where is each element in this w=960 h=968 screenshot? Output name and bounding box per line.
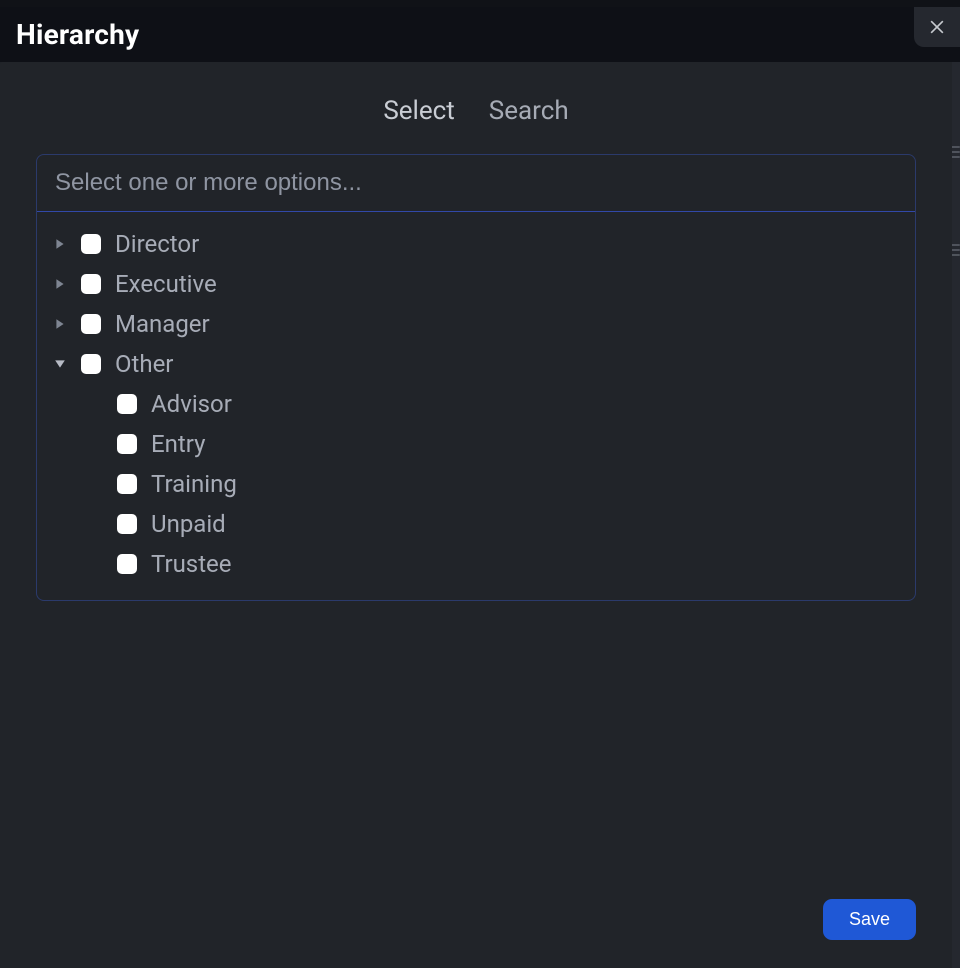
tree-label: Executive	[115, 270, 217, 298]
tree-label: Training	[151, 470, 237, 498]
checkbox-advisor[interactable]	[117, 394, 137, 414]
save-button[interactable]: Save	[823, 899, 916, 940]
modal-body: Select Search Director Executive	[0, 62, 952, 968]
tree-label: Unpaid	[151, 510, 226, 538]
checkbox-training[interactable]	[117, 474, 137, 494]
tree-node-other[interactable]: Other	[53, 344, 899, 384]
tab-bar: Select Search	[0, 96, 952, 130]
tree-list: Director Executive Manager	[37, 212, 915, 600]
checkbox-entry[interactable]	[117, 434, 137, 454]
tree-node-director[interactable]: Director	[53, 224, 899, 264]
checkbox-executive[interactable]	[81, 274, 101, 294]
checkbox-director[interactable]	[81, 234, 101, 254]
tree-node-entry[interactable]: Entry	[53, 424, 899, 464]
close-icon	[927, 17, 947, 37]
tree-node-advisor[interactable]: Advisor	[53, 384, 899, 424]
select-panel: Director Executive Manager	[36, 154, 916, 601]
caret-right-icon[interactable]	[53, 277, 67, 291]
tree-label: Other	[115, 350, 173, 378]
checkbox-unpaid[interactable]	[117, 514, 137, 534]
tab-search[interactable]: Search	[489, 96, 569, 130]
caret-right-icon[interactable]	[53, 237, 67, 251]
caret-right-icon[interactable]	[53, 317, 67, 331]
tree-node-training[interactable]: Training	[53, 464, 899, 504]
select-input[interactable]	[55, 169, 897, 197]
tree-label: Advisor	[151, 390, 232, 418]
page-title: Hierarchy	[16, 18, 139, 51]
checkbox-other[interactable]	[81, 354, 101, 374]
tree-node-trustee[interactable]: Trustee	[53, 544, 899, 584]
close-button[interactable]	[914, 7, 960, 47]
tree-node-unpaid[interactable]: Unpaid	[53, 504, 899, 544]
caret-down-icon[interactable]	[53, 357, 67, 371]
checkbox-trustee[interactable]	[117, 554, 137, 574]
tree-node-manager[interactable]: Manager	[53, 304, 899, 344]
tree-label: Director	[115, 230, 199, 258]
tab-select[interactable]: Select	[383, 96, 454, 130]
modal-header: Hierarchy	[0, 0, 960, 62]
select-input-wrap	[37, 155, 915, 212]
tree-label: Trustee	[151, 550, 232, 578]
tree-label: Entry	[151, 430, 205, 458]
tree-node-executive[interactable]: Executive	[53, 264, 899, 304]
tree-label: Manager	[115, 310, 210, 338]
checkbox-manager[interactable]	[81, 314, 101, 334]
